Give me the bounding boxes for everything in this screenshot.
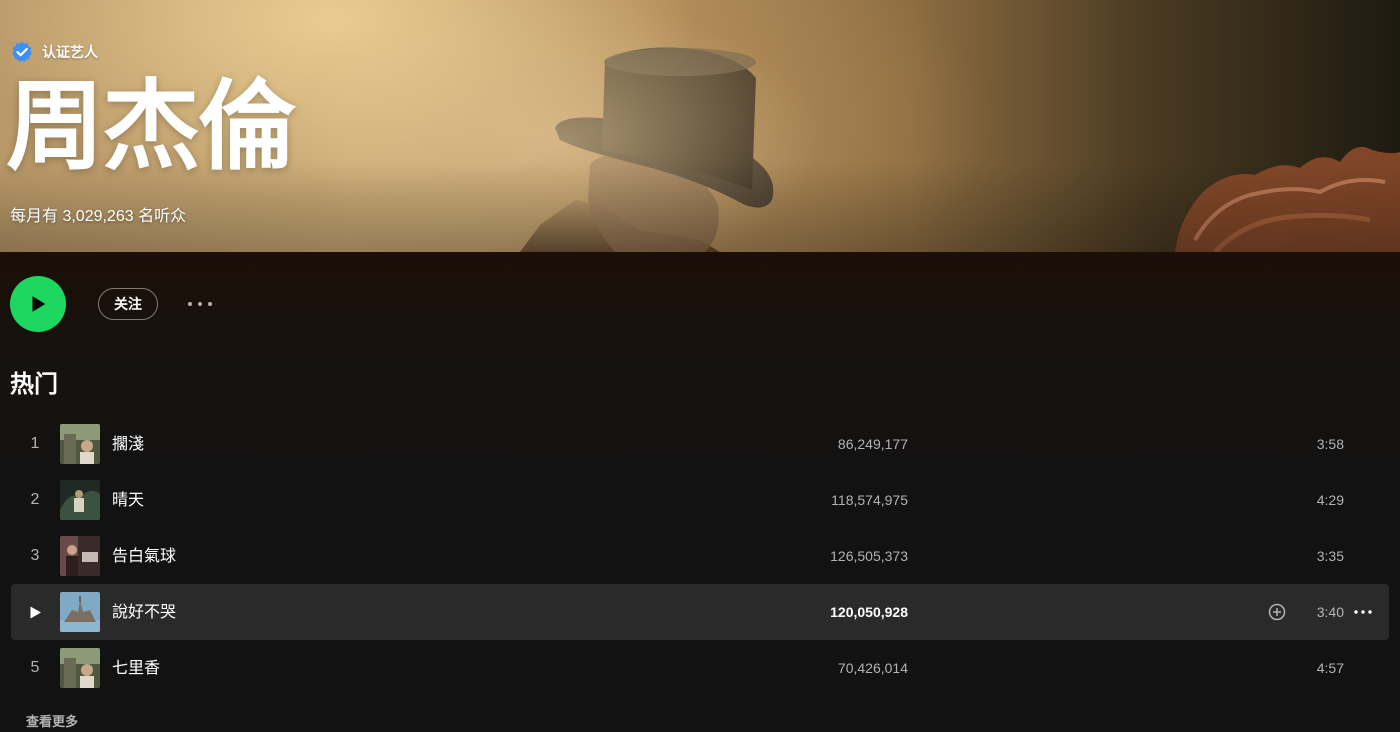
track-title[interactable]: 說好不哭: [112, 584, 176, 640]
track-title[interactable]: 晴天: [112, 472, 144, 528]
track-duration: 3:58: [1316, 436, 1344, 452]
play-count: 118,574,975: [831, 492, 908, 508]
track-title[interactable]: 七里香: [112, 640, 160, 696]
track-row[interactable]: 1 擱淺 86,249,177 3:58: [11, 416, 1389, 472]
track-title[interactable]: 告白氣球: [112, 528, 176, 584]
play-icon[interactable]: [29, 606, 42, 619]
track-number: 2: [30, 491, 40, 508]
artist-name: 周杰倫: [6, 70, 296, 184]
follow-button[interactable]: 关注: [98, 288, 158, 320]
track-number: 5: [30, 659, 40, 676]
track-duration: 3:40: [1316, 604, 1344, 620]
play-count: 126,505,373: [830, 548, 908, 564]
monthly-listeners: 每月有 3,029,263 名听众: [10, 208, 187, 225]
artist-header: 认证艺人 周杰倫 每月有 3,029,263 名听众: [0, 0, 1400, 252]
more-options-button[interactable]: [184, 288, 216, 320]
more-horizontal-icon[interactable]: [1354, 610, 1372, 614]
track-number: 1: [30, 435, 40, 452]
play-count: 120,050,928: [830, 604, 908, 620]
play-button[interactable]: [10, 276, 66, 332]
verified-label: 认证艺人: [42, 44, 98, 60]
track-duration: 4:29: [1316, 492, 1344, 508]
track-row[interactable]: 5 七里香 70,426,014 4:57: [11, 640, 1389, 696]
track-cover-image: [60, 648, 100, 688]
verified-badge-icon: [12, 41, 32, 63]
track-row[interactable]: 3 告白氣球 126,505,373 3:35: [11, 528, 1389, 584]
track-cover-image: [60, 424, 100, 464]
track-duration: 3:35: [1316, 548, 1344, 564]
verified-badge: 认证艺人: [10, 40, 98, 64]
track-number: 3: [30, 547, 40, 564]
more-horizontal-icon: [188, 302, 212, 306]
action-bar: 关注: [10, 276, 216, 332]
artist-content: 关注 热门 1 擱淺 86,249,177 3:58 2 晴天 118,574,…: [0, 252, 1400, 732]
play-count: 70,426,014: [837, 660, 908, 676]
track-cover-image: [60, 480, 100, 520]
track-row[interactable]: 說好不哭 120,050,928 3:40: [11, 584, 1389, 640]
track-row[interactable]: 2 晴天 118,574,975 4:29: [11, 472, 1389, 528]
see-more-link[interactable]: 查看更多: [26, 711, 78, 730]
track-duration: 4:57: [1316, 660, 1344, 676]
play-count: 86,249,177: [837, 436, 908, 452]
add-circle-icon[interactable]: [1268, 603, 1286, 621]
track-title[interactable]: 擱淺: [112, 416, 144, 472]
track-cover-image: [60, 592, 100, 632]
play-icon: [32, 296, 46, 312]
section-title-popular: 热门: [10, 370, 58, 398]
popular-tracks-list: 1 擱淺 86,249,177 3:58 2 晴天 118,574,975 4:…: [11, 416, 1389, 696]
track-cover-image: [60, 536, 100, 576]
